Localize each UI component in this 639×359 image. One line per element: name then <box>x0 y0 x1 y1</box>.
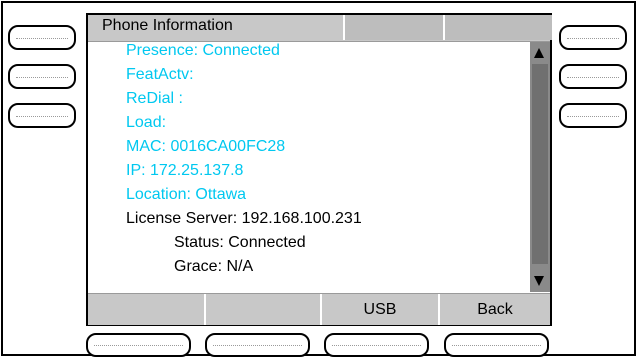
softkey-label-1[interactable] <box>88 294 206 325</box>
softkey-bar: USB Back <box>88 293 550 325</box>
back-softkey[interactable]: Back <box>440 294 550 325</box>
bottom-softkey-2[interactable] <box>205 333 310 357</box>
ip-line: IP: 172.25.137.8 <box>126 162 244 179</box>
status-line: Status: Connected <box>174 234 306 251</box>
list-item: Presence: Connected <box>126 42 280 60</box>
mac-line: MAC: 0016CA00FC28 <box>126 138 286 155</box>
triangle-up-icon[interactable] <box>534 48 544 58</box>
left-line-key-1[interactable] <box>8 25 76 50</box>
bottom-softkey-1[interactable] <box>86 333 191 357</box>
title-bar-segment <box>443 15 552 40</box>
right-line-key-3[interactable] <box>559 103 627 128</box>
list-item: Status: Connected <box>174 234 306 252</box>
featactv-line: FeatActv: <box>126 66 194 83</box>
bottom-softkey-4[interactable] <box>444 333 549 357</box>
grace-line: Grace: N/A <box>174 258 254 275</box>
right-line-key-1[interactable] <box>559 25 627 50</box>
scroll-thumb[interactable] <box>532 64 548 264</box>
softkey-label-2[interactable] <box>206 294 322 325</box>
title-bar-segment <box>343 15 443 40</box>
usb-softkey[interactable]: USB <box>322 294 440 325</box>
location-line: Location: Ottawa <box>126 186 247 203</box>
presence-line: Presence: Connected <box>126 42 280 59</box>
list-item: Load: <box>126 114 166 132</box>
scrollbar[interactable] <box>530 42 550 292</box>
right-line-key-2[interactable] <box>559 64 627 89</box>
redial-line: ReDial : <box>126 90 183 107</box>
screen-title: Phone Information <box>102 17 233 34</box>
license-server-line: License Server: 192.168.100.231 <box>126 210 362 227</box>
list-item: License Server: 192.168.100.231 <box>126 210 362 228</box>
lcd-display: Phone Information Presence: Connected Fe… <box>86 13 552 326</box>
triangle-down-icon[interactable] <box>534 276 544 286</box>
info-list: Presence: Connected FeatActv: ReDial : L… <box>88 42 529 292</box>
bottom-softkey-3[interactable] <box>324 333 429 357</box>
list-item: MAC: 0016CA00FC28 <box>126 138 285 156</box>
load-line: Load: <box>126 114 167 131</box>
list-item: IP: 172.25.137.8 <box>126 162 243 180</box>
list-item: Location: Ottawa <box>126 186 246 204</box>
title-bar: Phone Information <box>88 15 552 42</box>
list-item: ReDial : <box>126 90 183 108</box>
left-line-key-2[interactable] <box>8 64 76 89</box>
list-item: FeatActv: <box>126 66 194 84</box>
list-item: Grace: N/A <box>174 258 253 276</box>
left-line-key-3[interactable] <box>8 103 76 128</box>
